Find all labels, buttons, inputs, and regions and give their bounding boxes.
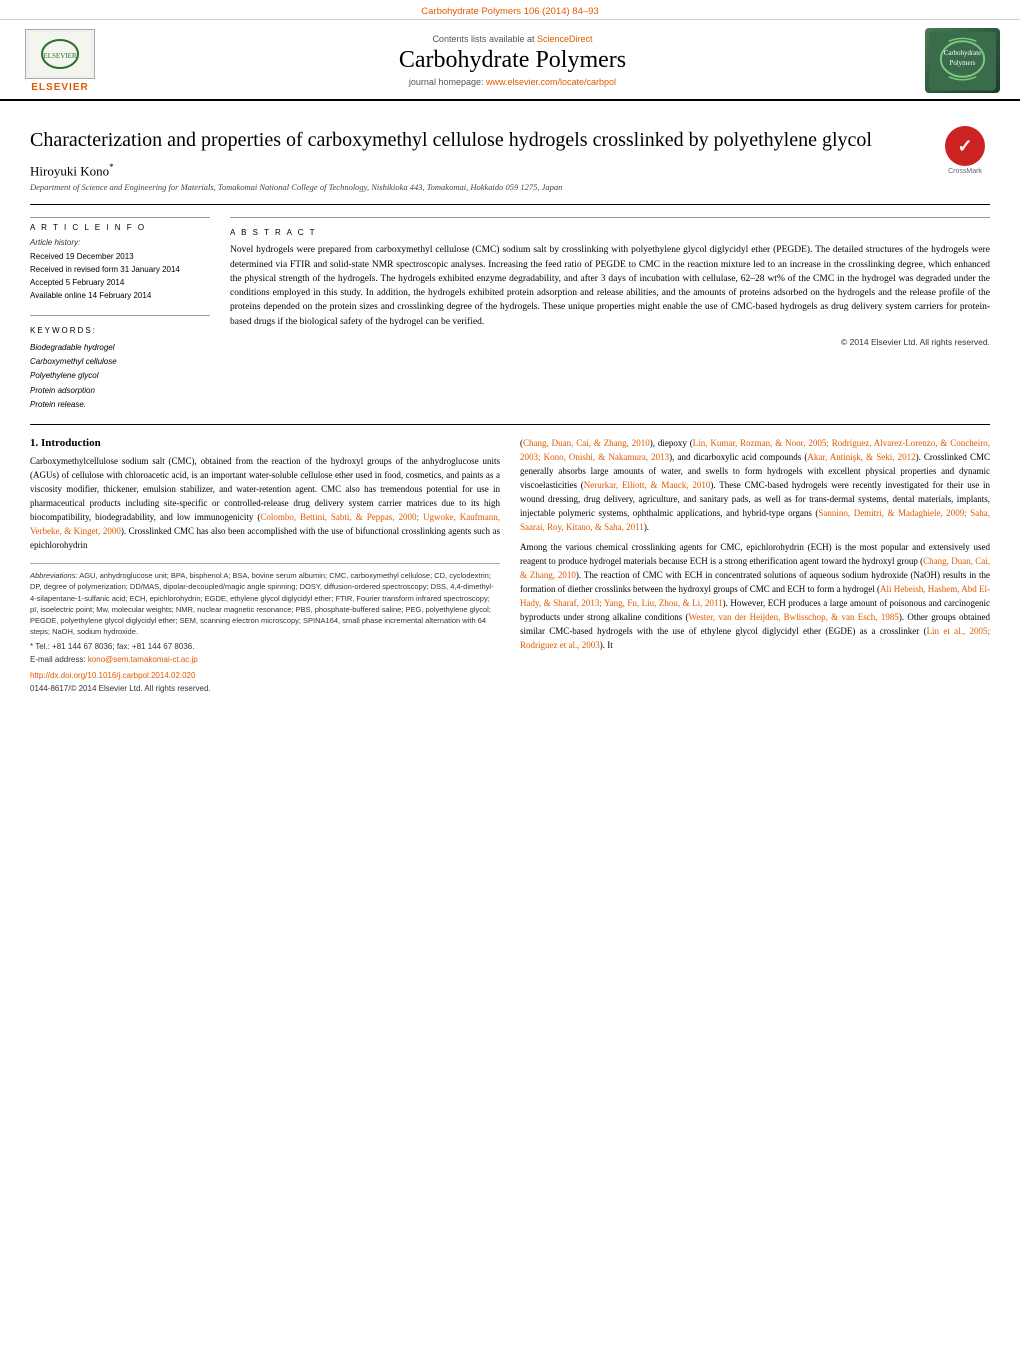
author-asterisk: * xyxy=(109,162,114,172)
article-info-abstract: A R T I C L E I N F O Article history: R… xyxy=(30,217,990,412)
article-dates: Received 19 December 2013 Received in re… xyxy=(30,251,210,302)
keyword-1: Biodegradable hydrogel xyxy=(30,341,210,355)
page: Carbohydrate Polymers 106 (2014) 84–93 E… xyxy=(0,0,1020,1351)
received-date: Received 19 December 2013 xyxy=(30,251,210,264)
journal-logo-right: Carbohydrate Polymers xyxy=(925,28,1000,93)
author-email-link[interactable]: kono@sem.tamakomai-ct.ac.jp xyxy=(88,655,198,664)
abstract-section: A B S T R A C T Novel hydrogels were pre… xyxy=(230,217,990,347)
email-info: E-mail address: kono@sem.tamakomai-ct.ac… xyxy=(30,655,500,664)
abbreviations-note: Abbreviations: AGU, anhydroglucose unit;… xyxy=(30,570,500,638)
article-affiliation: Department of Science and Engineering fo… xyxy=(30,182,925,192)
revised-date: Received in revised form 31 January 2014 xyxy=(30,264,210,277)
article-info-col: A R T I C L E I N F O Article history: R… xyxy=(30,217,210,412)
journal-top-bar: Carbohydrate Polymers 106 (2014) 84–93 xyxy=(0,0,1020,20)
journal-title-header: Carbohydrate Polymers xyxy=(120,47,905,74)
intro-paragraph-2: (Chang, Duan, Cai, & Zhang, 2010), diepo… xyxy=(520,437,990,535)
crossmark-logo: ✓ CrossMark xyxy=(940,126,990,175)
accepted-date: Accepted 5 February 2014 xyxy=(30,277,210,290)
journal-homepage: journal homepage: www.elsevier.com/locat… xyxy=(120,77,905,87)
keywords-header: Keywords: xyxy=(30,321,210,335)
elsevier-logo: ELSEVIER ELSEVIER xyxy=(20,29,100,93)
body-right-col: (Chang, Duan, Cai, & Zhang, 2010), diepo… xyxy=(520,437,990,693)
crossmark-icon: ✓ xyxy=(945,126,985,166)
article-main-title: Characterization and properties of carbo… xyxy=(30,126,925,154)
intro-paragraph-3: Among the various chemical crosslinking … xyxy=(520,541,990,653)
keyword-3: Polyethylene glycol xyxy=(30,369,210,383)
crossmark-label: CrossMark xyxy=(948,168,982,175)
journal-header: ELSEVIER ELSEVIER Contents lists availab… xyxy=(0,20,1020,101)
intro-section-title: 1. Introduction xyxy=(30,437,500,449)
issn-text: 0144-8617/© 2014 Elsevier Ltd. All right… xyxy=(30,684,211,693)
history-label: Article history: xyxy=(30,238,210,247)
article-title-text: Characterization and properties of carbo… xyxy=(30,126,925,194)
online-date: Available online 14 February 2014 xyxy=(30,290,210,303)
sciencedirect-label: Contents lists available at ScienceDirec… xyxy=(120,34,905,44)
article-info-section: A R T I C L E I N F O Article history: R… xyxy=(30,217,210,302)
keyword-5: Protein release. xyxy=(30,398,210,412)
contact-info: * Tel.: +81 144 67 8036; fax: +81 144 67… xyxy=(30,642,500,651)
footnote-area: Abbreviations: AGU, anhydroglucose unit;… xyxy=(30,563,500,694)
amount-word: amount xyxy=(850,598,877,608)
body-content: 1. Introduction Carboxymethylcellulose s… xyxy=(30,437,990,693)
svg-text:Carbohydrate: Carbohydrate xyxy=(944,50,981,57)
article-content: Characterization and properties of carbo… xyxy=(0,101,1020,704)
keyword-4: Protein adsorption xyxy=(30,384,210,398)
keyword-2: Carboxymethyl cellulose xyxy=(30,355,210,369)
svg-text:ELSEVIER: ELSEVIER xyxy=(43,52,76,60)
elsevier-logo-image: ELSEVIER xyxy=(25,29,95,79)
sciencedirect-link[interactable]: ScienceDirect xyxy=(537,34,593,44)
intro-paragraph-1: Carboxymethylcellulose sodium salt (CMC)… xyxy=(30,455,500,553)
section-divider xyxy=(30,424,990,425)
article-info-header: A R T I C L E I N F O xyxy=(30,218,210,232)
svg-text:Polymers: Polymers xyxy=(950,59,976,66)
article-author: Hiroyuki Kono* xyxy=(30,162,925,179)
svg-text:✓: ✓ xyxy=(957,136,972,156)
doi-link[interactable]: http://dx.doi.org/10.1016/j.carbpol.2014… xyxy=(30,671,195,680)
elsevier-label: ELSEVIER xyxy=(31,82,88,93)
article-title-section: Characterization and properties of carbo… xyxy=(30,111,990,205)
body-left-col: 1. Introduction Carboxymethylcellulose s… xyxy=(30,437,500,693)
journal-homepage-link[interactable]: www.elsevier.com/locate/carbpol xyxy=(486,77,616,87)
copyright-line: © 2014 Elsevier Ltd. All rights reserved… xyxy=(230,337,990,347)
journal-citation-link[interactable]: Carbohydrate Polymers 106 (2014) 84–93 xyxy=(421,6,598,17)
journal-center: Contents lists available at ScienceDirec… xyxy=(100,34,925,87)
keywords-section: Keywords: Biodegradable hydrogel Carboxy… xyxy=(30,315,210,413)
abstract-text: Novel hydrogels were prepared from carbo… xyxy=(230,243,990,329)
abstract-col: A B S T R A C T Novel hydrogels were pre… xyxy=(230,217,990,412)
abstract-header: A B S T R A C T xyxy=(230,223,990,237)
